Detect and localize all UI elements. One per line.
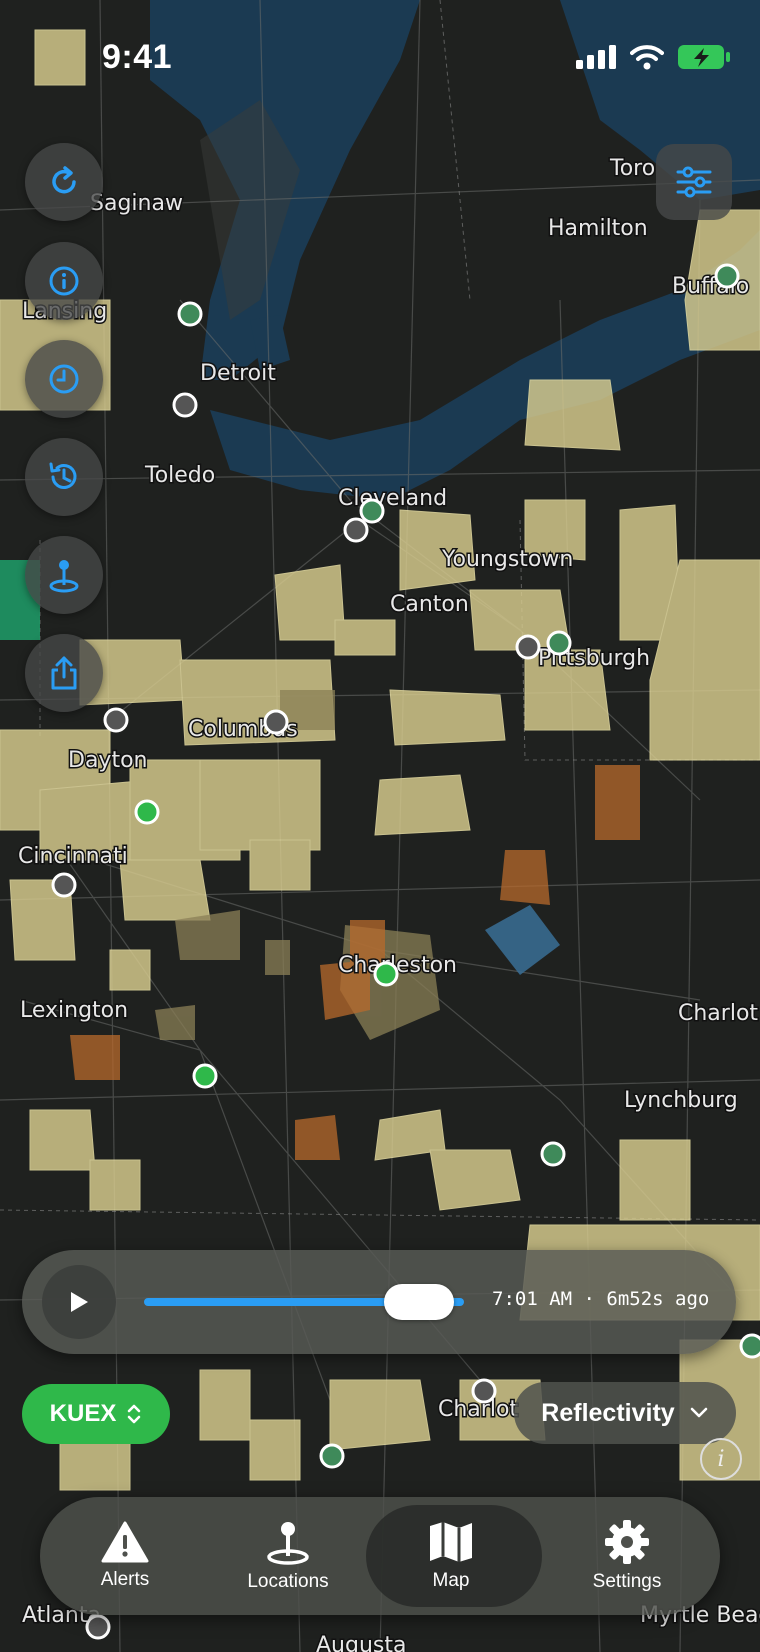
play-icon: [71, 1292, 88, 1312]
city-label: Charlot: [678, 1001, 758, 1026]
city-label: Toledo: [144, 463, 215, 488]
city-label: Lynchburg: [624, 1088, 738, 1113]
clock-button[interactable]: [25, 340, 103, 418]
radar-station-marker[interactable]: [546, 630, 572, 656]
station-code: KUEX: [49, 1400, 117, 1427]
location-marker-button[interactable]: [25, 536, 103, 614]
sliders-icon: [676, 166, 712, 198]
radar-station-marker[interactable]: [471, 1378, 497, 1404]
gear-icon: [605, 1520, 649, 1564]
refresh-icon: [52, 166, 76, 194]
chevron-down-icon: [690, 1407, 707, 1418]
city-label: Dayton: [68, 748, 147, 773]
city-label: Lexington: [20, 998, 128, 1023]
radar-station-marker[interactable]: [373, 961, 399, 987]
layer-filter-button[interactable]: [656, 144, 732, 220]
chevron-up-down-icon: [128, 1404, 141, 1424]
city-label: Saginaw: [90, 191, 183, 216]
radar-station-marker[interactable]: [540, 1141, 566, 1167]
timeline-thumb[interactable]: [384, 1284, 455, 1320]
map-icon: [430, 1522, 472, 1562]
city-label: Detroit: [200, 361, 276, 386]
tab-label: Settings: [592, 1571, 662, 1592]
radar-station-marker[interactable]: [319, 1443, 345, 1469]
radar-station-marker[interactable]: [177, 301, 203, 327]
city-label: Canton: [390, 592, 469, 617]
radar-station-marker[interactable]: [263, 709, 289, 735]
info-icon: [49, 266, 79, 296]
radar-station-marker[interactable]: [739, 1333, 760, 1359]
city-label: Toro: [609, 156, 655, 181]
status-time: 9:41: [102, 38, 173, 76]
battery-charging-icon: [678, 45, 730, 69]
product-selector[interactable]: Reflectivity: [514, 1382, 736, 1444]
share-icon: [51, 656, 77, 690]
tab-settings[interactable]: Settings: [542, 1497, 712, 1615]
radar-station-marker[interactable]: [515, 634, 541, 660]
tab-locations[interactable]: Locations: [203, 1497, 373, 1615]
warning-icon: [101, 1521, 149, 1563]
radar-station-marker[interactable]: [714, 263, 740, 289]
radar-station-marker[interactable]: [359, 498, 385, 524]
radar-station-marker[interactable]: [172, 392, 198, 418]
signal-icon: [576, 45, 616, 69]
city-label: Augusta: [316, 1633, 406, 1652]
radar-station-marker[interactable]: [51, 872, 77, 898]
status-icons: [576, 44, 730, 70]
tab-bar: Alerts Locations Map Settings: [40, 1497, 720, 1615]
location-pin-icon: [267, 1522, 309, 1565]
radar-station-marker[interactable]: [134, 799, 160, 825]
timeline-time-label: 7:01 AM · 6m52s ago: [492, 1288, 710, 1310]
city-label: Cleveland: [338, 486, 447, 511]
refresh-button[interactable]: [25, 143, 103, 221]
city-label: Hamilton: [548, 216, 648, 241]
history-button[interactable]: [25, 438, 103, 516]
tab-label: Alerts: [100, 1569, 150, 1590]
city-label: Cincinnati: [18, 844, 128, 869]
timeline-player: 7:01 AM · 6m52s ago: [22, 1250, 736, 1354]
city-label: Youngstown: [441, 547, 573, 572]
map-info-button[interactable]: i: [700, 1438, 742, 1480]
station-selector[interactable]: KUEX: [22, 1384, 170, 1444]
play-button[interactable]: [42, 1265, 116, 1339]
info-button[interactable]: [25, 242, 103, 320]
tab-label: Map: [432, 1570, 470, 1591]
clock-icon: [49, 364, 79, 394]
radar-station-marker[interactable]: [192, 1063, 218, 1089]
tab-alerts[interactable]: Alerts: [40, 1497, 210, 1615]
tab-map[interactable]: Map: [366, 1497, 542, 1615]
info-icon: i: [717, 1446, 725, 1472]
tab-label: Locations: [247, 1571, 329, 1592]
radar-station-marker[interactable]: [103, 707, 129, 733]
share-button[interactable]: [25, 634, 103, 712]
history-icon: [49, 462, 77, 489]
location-pin-icon: [49, 560, 79, 593]
wifi-icon: [630, 45, 664, 70]
radar-app: Saginaw Toro Hamilton Buffalo Lansing De…: [0, 0, 760, 1652]
radar-station-marker[interactable]: [85, 1614, 111, 1640]
radar-station-marker[interactable]: [343, 517, 369, 543]
product-name: Reflectivity: [541, 1398, 675, 1427]
